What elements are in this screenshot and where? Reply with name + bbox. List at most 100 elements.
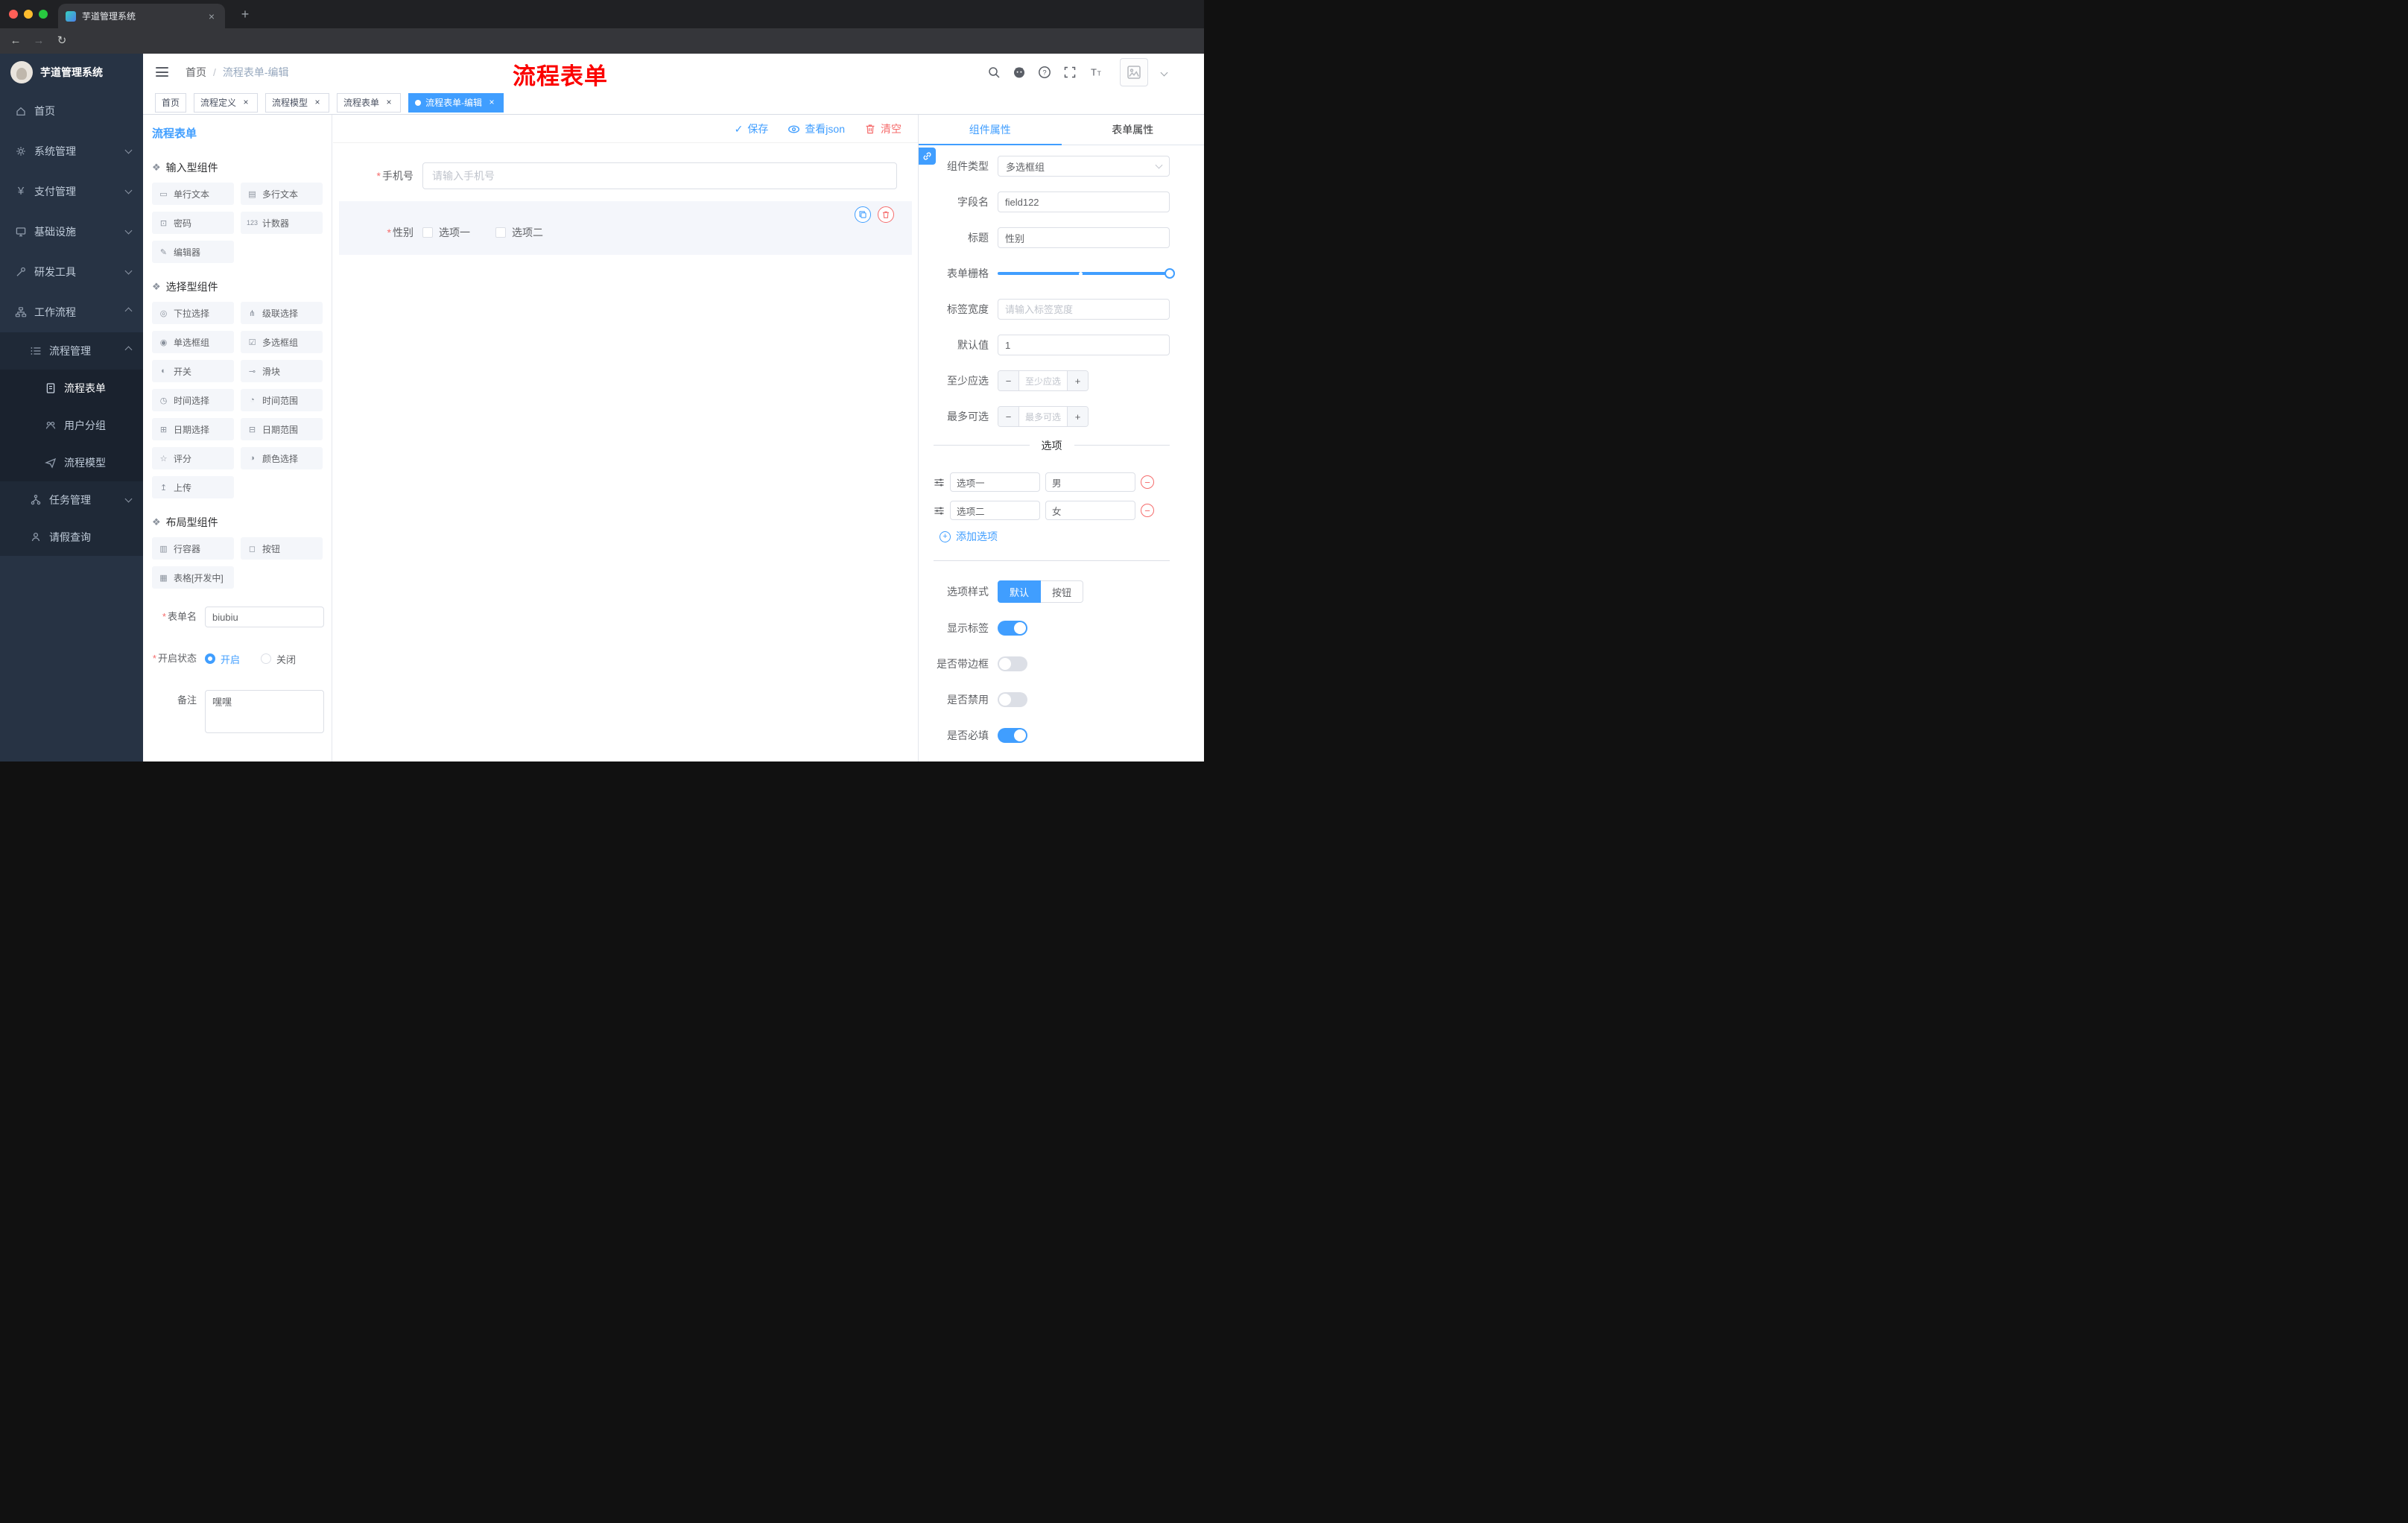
help-icon[interactable]: ? [1038,66,1051,79]
gender-option2-checkbox[interactable]: 选项二 [495,225,543,240]
label-width-input[interactable] [998,299,1170,320]
copy-widget-button[interactable] [855,206,871,223]
tag-home[interactable]: 首页 [155,92,187,113]
component-select[interactable]: ◎ 下拉选择 [152,302,234,324]
tag-close-icon[interactable]: × [487,97,497,108]
view-json-button[interactable]: 查看json [788,121,845,136]
component-counter[interactable]: 123 计数器 [241,212,323,234]
component-button[interactable]: ◻ 按钮 [241,537,323,560]
sidebar-item-payment[interactable]: ¥ 支付管理 [0,171,143,212]
component-slider[interactable]: ⊸ 滑块 [241,360,323,382]
window-close-button[interactable] [9,10,18,19]
avatar-chevron-icon[interactable] [1160,69,1168,76]
min-select-value[interactable]: 至少应选 [1019,371,1067,390]
breadcrumb-root[interactable]: 首页 [186,65,206,80]
canvas[interactable]: *手机号 *性别 选项一 选项二 [333,143,918,255]
forward-icon[interactable]: → [31,34,47,48]
component-radio-group[interactable]: ◉ 单选框组 [152,331,234,353]
style-default-button[interactable]: 默认 [998,580,1042,603]
sidebar-item-infrastructure[interactable]: 基础设施 [0,212,143,252]
remove-option-button[interactable]: − [1141,504,1154,517]
fullscreen-icon[interactable] [1063,66,1077,79]
tag-close-icon[interactable]: × [241,97,251,108]
component-multi-line-text[interactable]: ▤ 多行文本 [241,183,323,205]
component-type-select[interactable]: 多选框组 [998,156,1170,177]
browser-tab[interactable]: 芋道管理系统 × [58,4,225,28]
sidebar-toggle-button[interactable] [156,67,168,77]
add-option-button[interactable]: + 添加选项 [940,529,1170,544]
field-name-input[interactable] [998,191,1170,212]
component-table[interactable]: ▦ 表格[开发中] [152,566,234,589]
decrease-button[interactable]: − [998,371,1019,390]
slider-track[interactable] [998,268,1175,279]
option-name-input[interactable] [950,472,1040,492]
sidebar-item-process-model[interactable]: 流程模型 [0,444,143,481]
component-date-picker[interactable]: ⊞ 日期选择 [152,418,234,440]
delete-widget-button[interactable] [878,206,894,223]
component-editor[interactable]: ✎ 编辑器 [152,241,234,263]
option-name-input[interactable] [950,501,1040,520]
status-radio-off[interactable]: 关闭 [261,652,296,666]
tag-close-icon[interactable]: × [384,97,394,108]
tab-close-icon[interactable]: × [206,10,218,22]
drag-handle-icon[interactable] [934,477,945,488]
form-name-input[interactable] [205,607,324,627]
sidebar-item-process-form[interactable]: 流程表单 [0,370,143,407]
window-zoom-button[interactable] [39,10,48,19]
new-tab-button[interactable]: + [237,6,253,22]
font-size-icon[interactable]: TT [1089,66,1102,79]
gender-option1-checkbox[interactable]: 选项一 [422,225,470,240]
component-date-range[interactable]: ⊟ 日期范围 [241,418,323,440]
component-password[interactable]: ⊡ 密码 [152,212,234,234]
increase-button[interactable]: + [1067,407,1088,426]
tag-process-form[interactable]: 流程表单 × [337,92,402,113]
sidebar-item-process-management[interactable]: 流程管理 [0,332,143,370]
widget-gender-selected[interactable]: * 性别 选项一 选项二 [339,201,912,255]
slider-handle[interactable] [1165,268,1175,279]
component-upload[interactable]: ↥ 上传 [152,476,234,498]
tag-process-form-edit[interactable]: 流程表单-编辑 × [408,92,504,113]
component-row-container[interactable]: ▥ 行容器 [152,537,234,560]
sidebar-item-workflow[interactable]: 工作流程 [0,292,143,332]
option-value-input[interactable] [1045,501,1135,520]
sidebar-item-system[interactable]: 系统管理 [0,131,143,171]
disabled-switch[interactable] [998,692,1027,707]
tag-process-definition[interactable]: 流程定义 × [194,92,259,113]
status-radio-on[interactable]: 开启 [205,652,240,666]
tag-close-icon[interactable]: × [312,97,323,108]
clear-button[interactable]: 清空 [864,121,902,136]
github-icon[interactable] [1013,66,1026,79]
form-remark-textarea[interactable]: 嘿嘿 [205,690,324,733]
component-switch[interactable]: ◐ 开关 [152,360,234,382]
avatar[interactable] [1120,58,1148,86]
tag-process-model[interactable]: 流程模型 × [265,92,330,113]
option-value-input[interactable] [1045,472,1135,492]
component-color-picker[interactable]: ◑ 颜色选择 [241,447,323,469]
drag-handle-icon[interactable] [934,505,945,516]
show-label-switch[interactable] [998,621,1027,636]
component-rate[interactable]: ☆ 评分 [152,447,234,469]
required-switch[interactable] [998,728,1027,743]
default-value-input[interactable] [998,335,1170,355]
sidebar-logo-row[interactable]: 芋道管理系统 [0,54,143,91]
component-time-picker[interactable]: ◷ 时间选择 [152,389,234,411]
sidebar-item-leave-query[interactable]: 请假查询 [0,519,143,556]
max-select-value[interactable]: 最多可选 [1019,407,1067,426]
sidebar-item-home[interactable]: 首页 [0,91,143,131]
form-grid-slider[interactable] [998,263,1175,284]
component-single-line-text[interactable]: ▭ 单行文本 [152,183,234,205]
doc-link-button[interactable] [919,148,936,165]
title-input[interactable] [998,227,1170,248]
decrease-button[interactable]: − [998,407,1019,426]
tab-component-props[interactable]: 组件属性 [919,115,1062,145]
increase-button[interactable]: + [1067,371,1088,390]
back-icon[interactable]: ← [7,34,24,48]
sidebar-item-user-groups[interactable]: 用户分组 [0,407,143,444]
tab-form-props[interactable]: 表单属性 [1062,115,1205,145]
component-time-range[interactable]: ◔ 时间范围 [241,389,323,411]
search-icon[interactable] [987,66,1001,79]
widget-phone[interactable]: * 手机号 [339,155,912,197]
component-checkbox-group[interactable]: ☑ 多选框组 [241,331,323,353]
remove-option-button[interactable]: − [1141,475,1154,489]
sidebar-item-devtools[interactable]: 研发工具 [0,252,143,292]
